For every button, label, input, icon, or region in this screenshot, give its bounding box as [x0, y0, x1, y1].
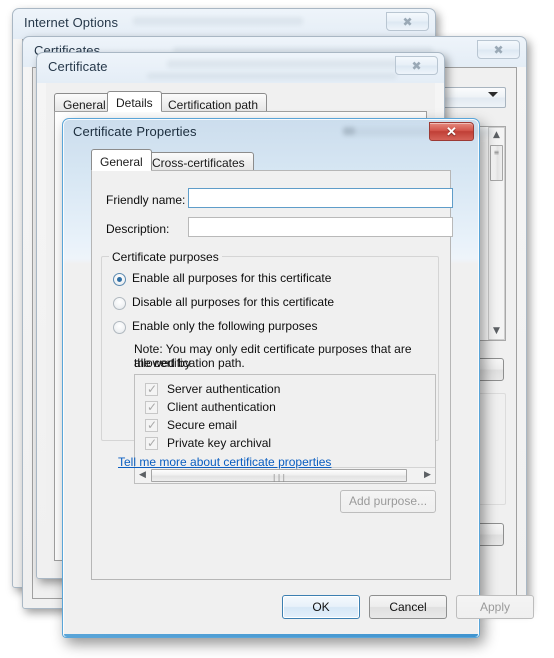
tab-details[interactable]: Details — [107, 91, 162, 112]
hscroll-thumb[interactable]: ||| — [151, 469, 407, 482]
add-purpose-button-label: Add purpose... — [348, 494, 428, 508]
radio-enable-only-following-label: Enable only the following purposes — [132, 319, 318, 333]
dialog-tab-page: Friendly name: Description: Certificate … — [91, 170, 453, 580]
purpose-checkbox-0[interactable]: ✓ — [145, 382, 158, 396]
cancel-button-label: Cancel — [389, 600, 427, 614]
dialog-tab-general[interactable]: General — [91, 149, 152, 171]
dialog-certificate-properties[interactable]: Certificate Properties ✕ General Cross-c… — [62, 118, 534, 638]
internet-options-title: Internet Options — [24, 15, 119, 30]
certificate-title: Certificate — [48, 59, 108, 74]
chevron-down-icon — [488, 92, 498, 97]
check-icon: ✓ — [147, 400, 158, 414]
certificate-tabstrip: General Details Certification path — [54, 91, 434, 112]
purpose-label-1: Client authentication — [167, 400, 276, 414]
add-purpose-button[interactable]: Add purpose... — [340, 490, 436, 513]
certificate-purposes-group: Certificate purposes Enable all purposes… — [101, 250, 439, 513]
purpose-checkbox-1[interactable]: ✓ — [145, 400, 158, 414]
vscroll-thumb[interactable]: ≡ — [490, 145, 503, 181]
check-icon: ✓ — [147, 436, 158, 450]
description-input[interactable] — [188, 217, 453, 237]
close-icon: ✖ — [402, 15, 413, 29]
scroll-left-icon[interactable]: ◀ — [135, 468, 150, 483]
cancel-button[interactable]: Cancel — [369, 595, 447, 619]
purpose-label-2: Secure email — [167, 418, 238, 432]
dialog-close-button[interactable]: ✕ — [429, 122, 474, 141]
scroll-down-icon[interactable]: ▼ — [489, 324, 504, 339]
screen: Internet Options ✖ Certificates ✖ ▲ ≡ ▼ … — [0, 0, 554, 658]
radio-enable-only-following[interactable] — [113, 321, 126, 334]
vscroll-grip-icon: ≡ — [494, 148, 499, 157]
dialog-bottom-accent — [64, 634, 478, 637]
tab-general[interactable]: General — [54, 93, 115, 112]
dialog-tabstrip: General Cross-certificates — [91, 149, 451, 171]
tab-details-label: Details — [116, 96, 153, 110]
purpose-label-0: Server authentication — [167, 382, 281, 396]
friendly-name-label: Friendly name: — [106, 193, 186, 207]
purpose-checkbox-2[interactable]: ✓ — [145, 418, 158, 432]
tab-certification-path[interactable]: Certification path — [159, 93, 268, 112]
internet-options-close-button[interactable]: ✖ — [386, 12, 429, 31]
purpose-label-3: Private key archival — [167, 436, 272, 450]
check-icon: ✓ — [147, 382, 158, 396]
certificate-properties-help-link[interactable]: Tell me more about certificate propertie… — [118, 455, 331, 469]
certificates-list-vscroll[interactable]: ▲ ≡ ▼ — [488, 127, 505, 340]
radio-disable-all-purposes[interactable] — [113, 297, 126, 310]
ok-button-label: OK — [312, 600, 330, 614]
friendly-name-input[interactable] — [188, 188, 453, 208]
dialog-tab-cross-certificates[interactable]: Cross-certificates — [143, 152, 254, 171]
tab-certification-path-label: Certification path — [168, 98, 259, 112]
purpose-checkbox-3[interactable]: ✓ — [145, 436, 158, 450]
dialog-tab-general-label: General — [100, 155, 143, 169]
hscroll-grip-icon: ||| — [271, 473, 287, 482]
description-label: Description: — [106, 222, 170, 236]
certificates-close-button[interactable]: ✖ — [477, 40, 520, 59]
ok-button[interactable]: OK — [282, 595, 360, 619]
close-icon: ✖ — [411, 59, 422, 73]
dialog-tab-cross-certificates-label: Cross-certificates — [152, 156, 245, 170]
certificate-close-button[interactable]: ✖ — [395, 56, 438, 75]
close-icon: ✕ — [446, 124, 457, 139]
dialog-title: Certificate Properties — [73, 124, 197, 139]
radio-disable-all-purposes-label: Disable all purposes for this certificat… — [132, 295, 335, 309]
scroll-right-icon[interactable]: ▶ — [420, 468, 435, 483]
radio-enable-all-purposes[interactable] — [113, 273, 126, 286]
purposes-hscroll[interactable]: ◀ ||| ▶ — [135, 467, 435, 483]
check-icon: ✓ — [147, 418, 158, 432]
certificate-purposes-legend: Certificate purposes — [109, 250, 222, 264]
purposes-note-line-2: the certification path. — [134, 356, 245, 370]
apply-button[interactable]: Apply — [456, 595, 534, 619]
radio-enable-all-purposes-label: Enable all purposes for this certificate — [132, 271, 332, 285]
close-icon: ✖ — [493, 43, 504, 57]
apply-button-label: Apply — [479, 600, 511, 614]
tab-general-label: General — [63, 98, 106, 112]
